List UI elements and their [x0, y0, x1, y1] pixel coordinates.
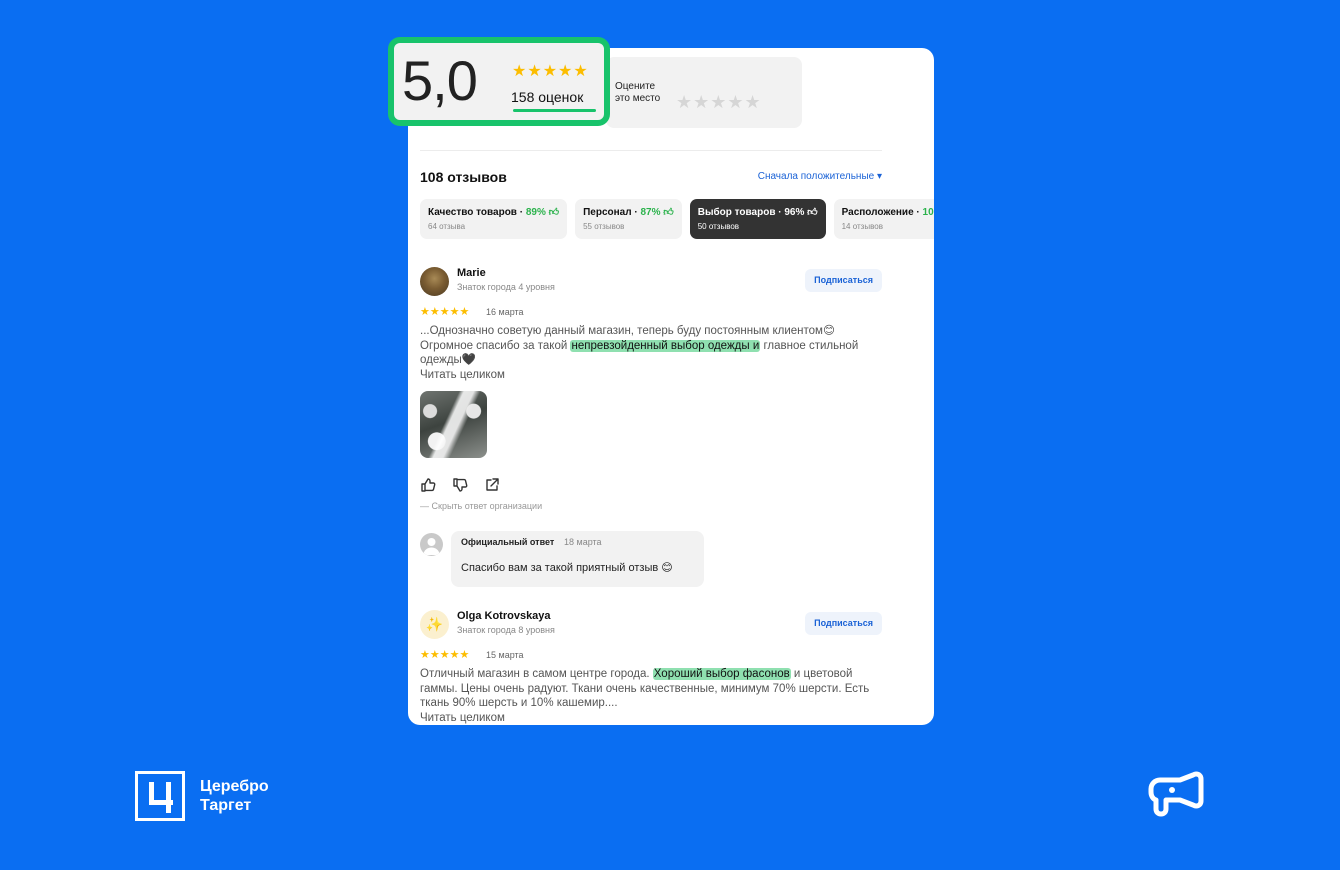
aspect-chip-quality[interactable]: Качество товаров · 89% 👍︎ 64 отзыва — [420, 199, 568, 239]
aspect-name: Выбор товаров · — [697, 207, 785, 218]
review-text-highlight: Хороший выбор фасонов — [652, 668, 791, 680]
subscribe-button[interactable]: Подписаться — [805, 269, 882, 292]
official-answer-title: Официальный ответ — [461, 537, 555, 547]
average-rating: 5,0 — [402, 49, 478, 112]
thumb-up-icon: 👍︎ — [548, 207, 560, 218]
subscribe-button[interactable]: Подписаться — [805, 612, 882, 635]
review-author-level: Знаток города 8 уровня — [457, 625, 555, 635]
aspect-percent: 100% — [922, 207, 934, 218]
aspect-percent: 96% — [784, 207, 805, 218]
ratings-count-underline — [513, 109, 596, 112]
review-stars: ★★★★★ — [420, 649, 470, 661]
rate-stars-input[interactable]: ★★★★★ — [676, 92, 762, 113]
read-more-link[interactable]: Читать целиком — [420, 369, 505, 381]
ratings-count[interactable]: 158 оценок — [511, 89, 583, 105]
brand-name-line1: Церебро — [200, 778, 269, 795]
thumb-up-icon[interactable] — [420, 477, 436, 493]
aspect-name: Расположение · — [841, 207, 923, 218]
official-answer: Официальный ответ 18 марта Спасибо вам з… — [451, 531, 704, 587]
rate-label-line2: это место — [615, 93, 661, 104]
review-actions — [420, 477, 500, 493]
brand-name: Церебро Таргет — [200, 777, 269, 815]
review-photo[interactable] — [420, 391, 487, 458]
divider — [420, 150, 882, 151]
sort-dropdown[interactable]: Сначала положительные ▾ — [758, 171, 882, 182]
review-author[interactable]: Marie — [457, 267, 486, 279]
avatar[interactable] — [420, 267, 449, 296]
hide-reply-link[interactable]: — Скрыть ответ организации — [420, 501, 542, 511]
official-answer-date: 18 марта — [564, 537, 602, 547]
read-more-link[interactable]: Читать целиком — [420, 712, 505, 724]
review-author[interactable]: Olga Kotrovskaya — [457, 610, 551, 622]
aspect-chips: Качество товаров · 89% 👍︎ 64 отзыва Перс… — [420, 199, 934, 239]
review-text-part: Отличный магазин в самом центре города. — [420, 668, 653, 680]
rate-place-label: Оцените это место — [615, 81, 660, 105]
thumb-up-icon: 👍︎ — [663, 207, 674, 218]
share-icon[interactable] — [484, 477, 500, 493]
aspect-chip-selection[interactable]: Выбор товаров · 96% 👍︎ 50 отзывов — [689, 199, 826, 239]
aspect-count: 64 отзыва — [428, 222, 466, 231]
aspect-count: 55 отзывов — [583, 222, 625, 231]
aspect-name: Качество товаров · — [428, 207, 526, 218]
review-text: ...Однозначно советую данный магазин, те… — [420, 324, 880, 368]
rating-badge: 5,0 ★★★★★ 158 оценок — [388, 37, 610, 126]
review-date: 15 марта — [486, 650, 524, 660]
megaphone-icon — [1148, 771, 1204, 817]
review-date: 16 марта — [486, 307, 524, 317]
aspect-percent: 87% — [640, 207, 661, 218]
aspect-count: 14 отзывов — [841, 222, 883, 231]
aspect-name: Персонал · — [583, 207, 641, 218]
rate-label-line1: Оцените — [615, 81, 656, 92]
brand-name-line2: Таргет — [200, 797, 252, 814]
reviews-card: Оцените это место ★★★★★ 108 отзывов Снач… — [408, 48, 934, 725]
official-answer-text: Спасибо вам за такой приятный отзыв 😊 — [461, 562, 673, 574]
aspect-percent: 89% — [525, 207, 546, 218]
review-text-highlight: непревзойденный выбор одежды и — [570, 339, 761, 352]
rate-place-widget: Оцените это место ★★★★★ — [606, 57, 802, 128]
thumb-up-icon: 👍︎ — [807, 207, 818, 218]
rating-stars: ★★★★★ — [512, 63, 589, 80]
reviews-count: 108 отзывов — [420, 169, 507, 185]
review-author-level: Знаток города 4 уровня — [457, 282, 555, 292]
brand-logo — [135, 771, 185, 821]
aspect-chip-staff[interactable]: Персонал · 87% 👍︎ 55 отзывов — [575, 199, 682, 239]
organization-avatar — [420, 533, 443, 556]
review-text: Отличный магазин в самом центре города. … — [420, 667, 880, 711]
thumb-down-icon[interactable] — [452, 477, 468, 493]
sparkle-icon[interactable]: ✨ — [420, 610, 449, 639]
aspect-chip-location[interactable]: Расположение · 100% 👍︎ 14 отзывов — [833, 199, 934, 239]
review-stars: ★★★★★ — [420, 306, 470, 318]
aspect-count: 50 отзывов — [697, 222, 740, 231]
